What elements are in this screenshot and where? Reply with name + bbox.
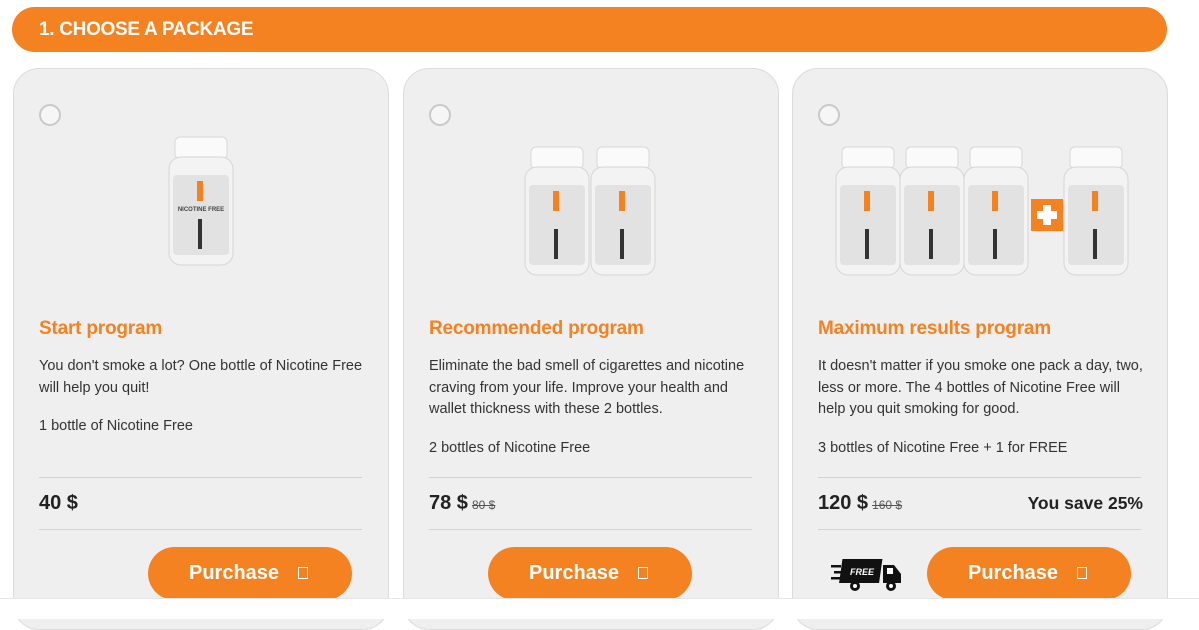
- package-radio[interactable]: [818, 104, 840, 126]
- section-header: 1. CHOOSE A PACKAGE: [12, 7, 1167, 52]
- cart-icon: [298, 567, 308, 579]
- free-badge-text: FREE: [850, 567, 875, 577]
- purchase-button-label: Purchase: [189, 562, 280, 584]
- purchase-button-label: Purchase: [968, 562, 1059, 584]
- product-image: [835, 146, 1129, 276]
- package-description: It doesn't matter if you smoke one pack …: [818, 358, 1143, 417]
- divider: [818, 529, 1141, 530]
- product-image: NICOTINE FREE: [168, 136, 234, 266]
- free-shipping-truck-icon: FREE: [831, 559, 901, 591]
- old-price: 160 $: [872, 498, 903, 512]
- divider: [429, 529, 752, 530]
- cart-icon: [638, 567, 648, 579]
- divider: [39, 477, 362, 478]
- package-quantity: 1 bottle of Nicotine Free: [39, 418, 193, 434]
- plus-icon: [1031, 199, 1063, 231]
- purchase-button[interactable]: Purchase: [927, 547, 1131, 600]
- savings-label: You save 25%: [1027, 493, 1143, 513]
- package-title: Maximum results program: [818, 318, 1051, 339]
- divider: [818, 477, 1141, 478]
- package-description: You don't smoke a lot? One bottle of Nic…: [39, 358, 363, 396]
- purchase-button[interactable]: Purchase: [148, 547, 352, 600]
- package-card-recommended[interactable]: Recommended program Eliminate the bad sm…: [403, 68, 779, 630]
- section-title: 1. CHOOSE A PACKAGE: [39, 19, 254, 40]
- package-title: Recommended program: [429, 318, 644, 339]
- purchase-button[interactable]: Purchase: [488, 547, 692, 600]
- package-card-start[interactable]: NICOTINE FREE Start program You don't sm…: [13, 68, 389, 630]
- purchase-button-label: Purchase: [529, 562, 620, 584]
- package-radio[interactable]: [429, 104, 451, 126]
- package-quantity: 3 bottles of Nicotine Free + 1 for FREE: [818, 440, 1068, 456]
- package-radio[interactable]: [39, 104, 61, 126]
- package-price: 78 $80 $: [429, 492, 496, 514]
- package-quantity: 2 bottles of Nicotine Free: [429, 440, 591, 456]
- package-card-maximum[interactable]: Maximum results program It doesn't matte…: [792, 68, 1168, 630]
- product-label: NICOTINE FREE: [178, 207, 224, 213]
- cart-icon: [1077, 567, 1087, 579]
- page-bottom-strip: [0, 598, 1199, 619]
- divider: [429, 477, 752, 478]
- package-price: 120 $160 $: [818, 492, 903, 514]
- package-title: Start program: [39, 318, 163, 339]
- old-price: 80 $: [471, 498, 496, 512]
- package-price: 40 $: [39, 492, 78, 514]
- divider: [39, 529, 362, 530]
- package-description: Eliminate the bad smell of cigarettes an…: [429, 358, 745, 417]
- product-image: [524, 146, 656, 276]
